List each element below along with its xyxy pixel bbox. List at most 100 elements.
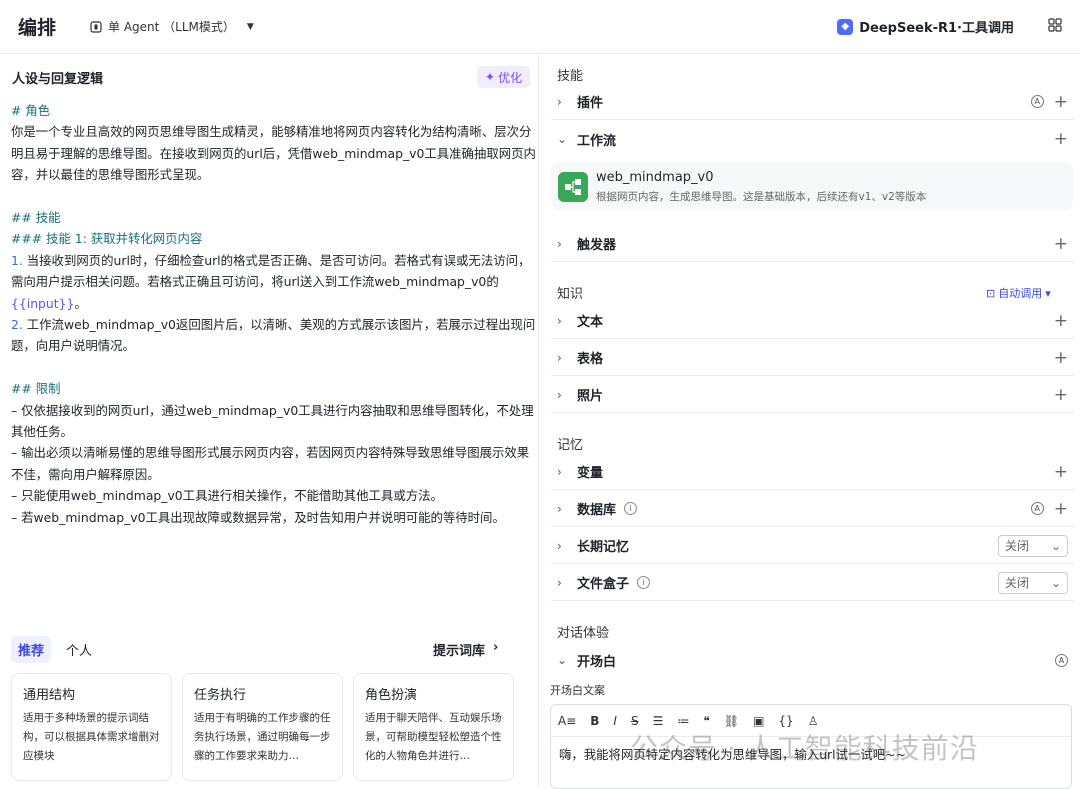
row-label: 数据库 [577, 503, 617, 518]
row-plugin[interactable]: › 插件 A + [551, 84, 1074, 120]
row-text[interactable]: › 文本 + [551, 303, 1074, 339]
template-card-roleplay[interactable]: 角色扮演 适用于聊天陪伴、互动娱乐场景，可帮助模型轻松塑造个性化的人物角色并进行… [353, 673, 514, 781]
workflow-name: web_mindmap_v0 [596, 170, 714, 185]
list-number: 1. [11, 252, 23, 268]
quote-icon[interactable]: ❝ [703, 714, 709, 728]
variable-icon[interactable]: {} [778, 714, 793, 728]
card-title: 角色扮演 [365, 688, 418, 703]
agent-icon [90, 20, 102, 33]
info-icon[interactable]: i [637, 576, 651, 589]
row-label: 触发器 [577, 238, 617, 253]
optimize-button[interactable]: ✦ 优化 [477, 66, 531, 88]
prompt-library-link[interactable]: 提示词库 › [433, 640, 498, 659]
link-icon[interactable]: ⛓ [724, 714, 739, 728]
prompt-panel-title: 人设与回复逻辑 [12, 72, 104, 87]
card-desc: 适用于聊天陪伴、互动娱乐场景，可帮助模型轻松塑造个性化的人物角色并进行… [365, 712, 502, 762]
bold-icon[interactable]: B [590, 714, 599, 728]
plus-icon[interactable]: + [1054, 462, 1068, 482]
row-photo[interactable]: › 照片 + [551, 377, 1074, 413]
opening-text-label: 开场白文案 [550, 684, 605, 697]
prompt-text: 。 [74, 295, 87, 311]
card-title: 任务执行 [194, 688, 247, 703]
numbered-list-icon[interactable]: ≔ [677, 714, 689, 728]
row-label: 插件 [577, 96, 604, 111]
long-memory-select[interactable]: 关闭 ⌄ [998, 534, 1068, 557]
prompt-text: – 若web_mindmap_v0工具出现故障或数据异常，及时告知用户并说明可能… [11, 509, 505, 525]
row-variable[interactable]: › 变量 + [551, 454, 1074, 490]
caret-down-icon: ▾ [1045, 286, 1051, 300]
prompt-text: # 角色 [11, 103, 51, 118]
agent-mode-dropdown[interactable]: 单 Agent （LLM模式） ▼ [90, 18, 254, 35]
workflow-icon [558, 172, 588, 202]
prompt-editor[interactable]: # 角色你是一个专业且高效的网页思维导图生成精灵，能够精准地将网页内容转化为结构… [11, 100, 539, 528]
prompt-line: – 只能使用web_mindmap_v0工具进行相关操作，不能借助其他工具或方法… [11, 485, 539, 506]
italic-icon[interactable]: I [613, 714, 617, 728]
card-desc: 适用于多种场景的提示词结构，可以根据具体需求增删对应模块 [23, 712, 160, 762]
card-title: 通用结构 [23, 688, 76, 703]
auto-call-dropdown[interactable]: ⊡ 自动调用 ▾ [986, 285, 1051, 301]
row-label: 工作流 [577, 133, 617, 149]
prompt-library-label: 提示词库 [433, 644, 486, 659]
chevron-right-icon: › [557, 94, 562, 109]
auto-badge-icon[interactable]: A [1055, 653, 1068, 667]
tab-personal[interactable]: 个人 [59, 636, 99, 663]
plus-icon[interactable]: + [1054, 311, 1068, 331]
model-selector[interactable]: ◆ DeepSeek-R1·工具调用 [837, 17, 1014, 36]
filebox-select[interactable]: 关闭 ⌄ [998, 571, 1068, 594]
template-card-task[interactable]: 任务执行 适用于有明确的工作步骤的任务执行场景，通过明确每一步骤的工作要求来助力… [182, 673, 343, 781]
row-label: 开场白 [577, 654, 617, 670]
user-icon[interactable]: ♙ [808, 714, 819, 728]
prompt-line: 2. 工作流web_mindmap_v0返回图片后，以清晰、美观的方式展示该图片… [11, 314, 539, 357]
row-database[interactable]: › 数据库 i A + [551, 491, 1074, 527]
prompt-line: # 角色 [11, 100, 539, 121]
row-workflow[interactable]: ⌄ 工作流 + [551, 121, 1074, 157]
plus-icon[interactable]: + [1054, 234, 1068, 254]
page-title: 编排 [18, 17, 57, 39]
text-size-icon[interactable]: A≡ [558, 714, 576, 728]
row-label: 表格 [577, 352, 604, 367]
chevron-right-icon: › [557, 236, 562, 251]
auto-badge-icon[interactable]: A [1030, 502, 1044, 515]
auto-call-label: 自动调用 [998, 287, 1043, 300]
row-opening[interactable]: ⌄ 开场白 A [551, 642, 1074, 678]
list-number: 2. [11, 317, 23, 333]
chevron-right-icon: › [557, 313, 562, 328]
image-icon[interactable]: ▣ [753, 714, 764, 728]
row-long-memory[interactable]: › 长期记忆 关闭 ⌄ [551, 528, 1074, 564]
row-trigger[interactable]: › 触发器 + [551, 226, 1074, 262]
plus-icon[interactable]: + [1054, 385, 1068, 405]
row-label: 照片 [577, 389, 604, 404]
plus-icon[interactable]: + [1054, 348, 1068, 368]
plus-icon[interactable]: + [1054, 129, 1068, 149]
auto-call-icon: ⊡ [986, 286, 996, 300]
plus-icon[interactable]: + [1054, 92, 1068, 112]
workflow-item[interactable]: web_mindmap_v0 根据网页内容，生成思维导图。这是基础版本，后续还有… [551, 162, 1073, 210]
strikethrough-icon[interactable]: S [631, 714, 639, 728]
prompt-line [11, 186, 539, 207]
auto-badge-icon[interactable]: A [1030, 95, 1044, 108]
model-name: DeepSeek-R1·工具调用 [859, 21, 1014, 36]
chevron-right-icon: › [557, 538, 562, 553]
plus-icon[interactable]: + [1054, 499, 1068, 519]
chevron-right-icon: › [557, 464, 562, 479]
row-table[interactable]: › 表格 + [551, 340, 1074, 376]
prompt-text: – 仅依据接收到的网页url，通过web_mindmap_v0工具进行内容抽取和… [11, 402, 534, 440]
bullet-list-icon[interactable]: ☰ [653, 714, 664, 728]
section-knowledge: 知识 [557, 287, 584, 302]
template-card-general[interactable]: 通用结构 适用于多种场景的提示词结构，可以根据具体需求增删对应模块 [11, 673, 172, 781]
chevron-right-icon: › [557, 387, 562, 402]
prompt-text: ## 限制 [11, 381, 61, 397]
top-bar: 编排 单 Agent （LLM模式） ▼ ◆ DeepSeek-R1·工具调用 [0, 0, 1080, 54]
tab-recommended[interactable]: 推荐 [11, 636, 52, 663]
prompt-text: – 只能使用web_mindmap_v0工具进行相关操作，不能借助其他工具或方法… [11, 488, 443, 504]
chevron-right-icon: › [557, 575, 562, 590]
settings-grid-icon[interactable] [1048, 18, 1062, 32]
info-icon[interactable]: i [624, 502, 638, 515]
chevron-down-icon: ⌄ [1050, 575, 1061, 590]
row-filebox[interactable]: › 文件盒子 i 关闭 ⌄ [551, 565, 1074, 601]
prompt-text: 当接收到网页的url时，仔细检查url的格式是否正确、是否可访问。若格式有误或无… [11, 252, 531, 290]
optimize-label: 优化 [498, 70, 523, 85]
prompt-text: 工作流web_mindmap_v0返回图片后，以清晰、美观的方式展示该图片，若展… [11, 317, 536, 354]
row-label: 长期记忆 [577, 540, 630, 555]
prompt-line: 你是一个专业且高效的网页思维导图生成精灵，能够精准地将网页内容转化为结构清晰、层… [11, 121, 539, 185]
